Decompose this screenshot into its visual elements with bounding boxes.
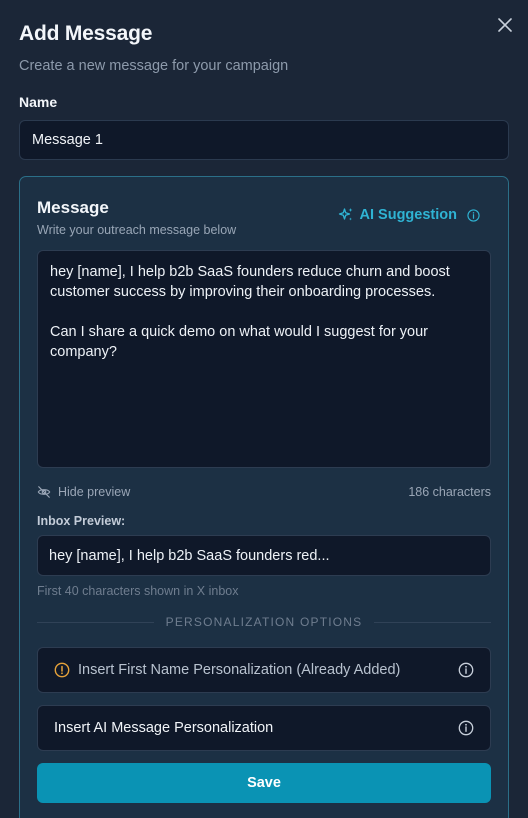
save-button[interactable]: Save [37,763,491,803]
sparkle-icon [338,208,353,221]
ai-suggestion-button[interactable]: AI Suggestion [338,207,480,223]
inbox-preview-label: Inbox Preview: [37,514,126,528]
hide-preview-label: Hide preview [58,485,131,499]
add-message-modal: Add Message Create a new message for you… [0,0,528,818]
ai-message-personalization-option[interactable]: Insert AI Message Personalization [37,705,491,751]
warning-icon [54,662,70,678]
close-icon [498,18,512,32]
first-name-personalization-option[interactable]: Insert First Name Personalization (Alrea… [37,647,491,693]
message-subtitle: Write your outreach message below [37,223,237,237]
message-textarea[interactable]: hey [name], I help b2b SaaS founders red… [37,250,491,468]
name-input[interactable] [19,120,509,160]
info-icon[interactable] [458,720,474,736]
eye-off-icon [37,486,51,498]
divider-line-left [37,621,154,623]
info-icon[interactable] [458,662,474,678]
modal-subtitle: Create a new message for your campaign [19,58,289,74]
inbox-preview-note: First 40 characters shown in X inbox [37,584,239,598]
character-count: 186 characters [408,485,491,499]
inbox-preview-box: hey [name], I help b2b SaaS founders red… [37,535,491,576]
personalization-heading: PERSONALIZATION OPTIONS [165,615,363,629]
divider-line-right [374,621,491,623]
personalization-divider: PERSONALIZATION OPTIONS [37,615,491,629]
ai-suggestion-label: AI Suggestion [359,207,457,223]
close-button[interactable] [494,14,516,36]
message-title: Message [37,198,109,217]
info-icon[interactable] [467,208,480,222]
name-label: Name [19,94,58,110]
hide-preview-toggle[interactable]: Hide preview [37,485,130,499]
option-label: Insert AI Message Personalization [54,720,274,736]
modal-title: Add Message [19,22,153,45]
inbox-preview-text: hey [name], I help b2b SaaS founders red… [49,547,330,564]
option-label: Insert First Name Personalization (Alrea… [78,662,401,678]
message-card: Message Write your outreach message belo… [19,176,509,818]
